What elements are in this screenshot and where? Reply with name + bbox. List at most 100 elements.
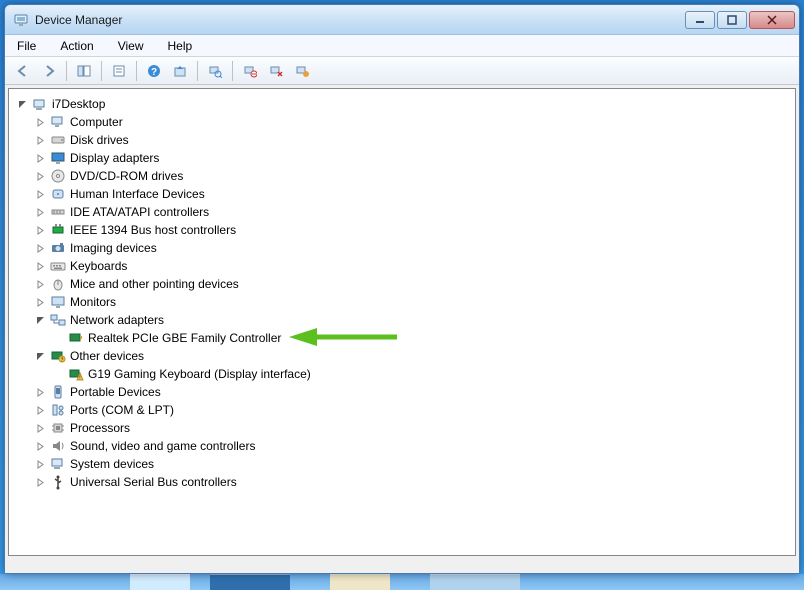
tree-category-imaging[interactable]: Imaging devices [13, 239, 791, 257]
tree-category-label: Monitors [70, 295, 116, 309]
expand-icon[interactable] [35, 297, 46, 308]
expand-icon[interactable] [35, 171, 46, 182]
expand-icon[interactable] [35, 441, 46, 452]
tree-category-label: Sound, video and game controllers [70, 439, 255, 453]
expand-icon[interactable] [35, 405, 46, 416]
expand-icon[interactable] [35, 189, 46, 200]
tree-category-cpu[interactable]: Processors [13, 419, 791, 437]
expand-icon[interactable] [35, 207, 46, 218]
tree-device-label: Realtek PCIe GBE Family Controller [88, 331, 281, 345]
collapse-icon[interactable] [35, 315, 46, 326]
expand-icon[interactable] [35, 135, 46, 146]
expand-icon[interactable] [35, 423, 46, 434]
ieee1394-icon [50, 222, 66, 238]
tree-category-label: Other devices [70, 349, 144, 363]
svg-text:?: ? [151, 67, 157, 78]
expand-icon[interactable] [35, 387, 46, 398]
dvd-icon [50, 168, 66, 184]
tree-category-label: DVD/CD-ROM drives [70, 169, 183, 183]
disk-icon [50, 132, 66, 148]
ide-icon [50, 204, 66, 220]
tree-category-ide[interactable]: IDE ATA/ATAPI controllers [13, 203, 791, 221]
monitor-icon [50, 294, 66, 310]
forward-button[interactable] [37, 60, 61, 82]
properties-button[interactable] [107, 60, 131, 82]
minimize-button[interactable] [685, 11, 715, 29]
computer-icon [50, 114, 66, 130]
device-manager-icon [13, 12, 29, 28]
uninstall-button[interactable] [238, 60, 262, 82]
other-icon: ? [50, 348, 66, 364]
hid-icon [50, 186, 66, 202]
maximize-button[interactable] [717, 11, 747, 29]
expand-icon[interactable] [35, 153, 46, 164]
cpu-icon [50, 420, 66, 436]
computer-icon [32, 96, 48, 112]
close-button[interactable] [749, 11, 795, 29]
tree-category-keyboard[interactable]: Keyboards [13, 257, 791, 275]
window-controls [685, 11, 795, 29]
update-driver-button[interactable] [168, 60, 192, 82]
menu-view[interactable]: View [112, 37, 150, 55]
enable-button[interactable] [290, 60, 314, 82]
menu-action[interactable]: Action [54, 37, 99, 55]
tree-category-ports[interactable]: Ports (COM & LPT) [13, 401, 791, 419]
back-button[interactable] [11, 60, 35, 82]
toolbar-separator [101, 61, 102, 81]
menu-help[interactable]: Help [162, 37, 199, 55]
menubar: File Action View Help [5, 35, 799, 57]
network-icon [50, 312, 66, 328]
tree-category-network[interactable]: Network adapters [13, 311, 791, 329]
status-bar [5, 559, 799, 573]
toolbar-separator [66, 61, 67, 81]
toolbar: ? [5, 57, 799, 85]
tree-category-label: Imaging devices [70, 241, 157, 255]
tree-root[interactable]: i7Desktop [13, 95, 791, 113]
expand-icon[interactable] [35, 279, 46, 290]
titlebar[interactable]: Device Manager [5, 5, 799, 35]
imaging-icon [50, 240, 66, 256]
disable-button[interactable] [264, 60, 288, 82]
tree-category-label: Universal Serial Bus controllers [70, 475, 237, 489]
tree-category-portable[interactable]: Portable Devices [13, 383, 791, 401]
tree-category-ieee1394[interactable]: IEEE 1394 Bus host controllers [13, 221, 791, 239]
tree-device-warning[interactable]: ! G19 Gaming Keyboard (Display interface… [13, 365, 791, 383]
tree-category-system[interactable]: System devices [13, 455, 791, 473]
toolbar-separator [197, 61, 198, 81]
tree-category-label: System devices [70, 457, 154, 471]
device-manager-window: Device Manager File Action View Help [4, 4, 800, 574]
expand-icon[interactable] [35, 459, 46, 470]
warning-icon: ! [68, 366, 84, 382]
ports-icon [50, 402, 66, 418]
tree-category-disk[interactable]: Disk drives [13, 131, 791, 149]
scan-hardware-button[interactable] [203, 60, 227, 82]
menu-file[interactable]: File [11, 37, 42, 55]
expand-icon[interactable] [35, 261, 46, 272]
tree-category-label: IEEE 1394 Bus host controllers [70, 223, 236, 237]
expand-icon[interactable] [35, 225, 46, 236]
tree-device-nic[interactable]: Realtek PCIe GBE Family Controller [13, 329, 791, 347]
tree-category-dvd[interactable]: DVD/CD-ROM drives [13, 167, 791, 185]
expand-icon[interactable] [35, 243, 46, 254]
collapse-icon[interactable] [17, 99, 28, 110]
toolbar-separator [232, 61, 233, 81]
tree-category-computer[interactable]: Computer [13, 113, 791, 131]
tree-category-display[interactable]: Display adapters [13, 149, 791, 167]
console-tree-button[interactable] [72, 60, 96, 82]
tree-category-mouse[interactable]: Mice and other pointing devices [13, 275, 791, 293]
tree-category-label: IDE ATA/ATAPI controllers [70, 205, 209, 219]
help-button[interactable]: ? [142, 60, 166, 82]
collapse-icon[interactable] [35, 351, 46, 362]
tree-category-usb[interactable]: Universal Serial Bus controllers [13, 473, 791, 491]
tree-category-other[interactable]: ? Other devices [13, 347, 791, 365]
spacer [53, 369, 64, 380]
tree-category-label: Mice and other pointing devices [70, 277, 239, 291]
tree-category-hid[interactable]: Human Interface Devices [13, 185, 791, 203]
tree-category-monitor[interactable]: Monitors [13, 293, 791, 311]
tree-category-sound[interactable]: Sound, video and game controllers [13, 437, 791, 455]
window-title: Device Manager [35, 13, 685, 27]
expand-icon[interactable] [35, 477, 46, 488]
tree-category-label: Disk drives [70, 133, 129, 147]
device-tree-panel[interactable]: i7Desktop Computer Disk drives Display a… [8, 88, 796, 556]
expand-icon[interactable] [35, 117, 46, 128]
